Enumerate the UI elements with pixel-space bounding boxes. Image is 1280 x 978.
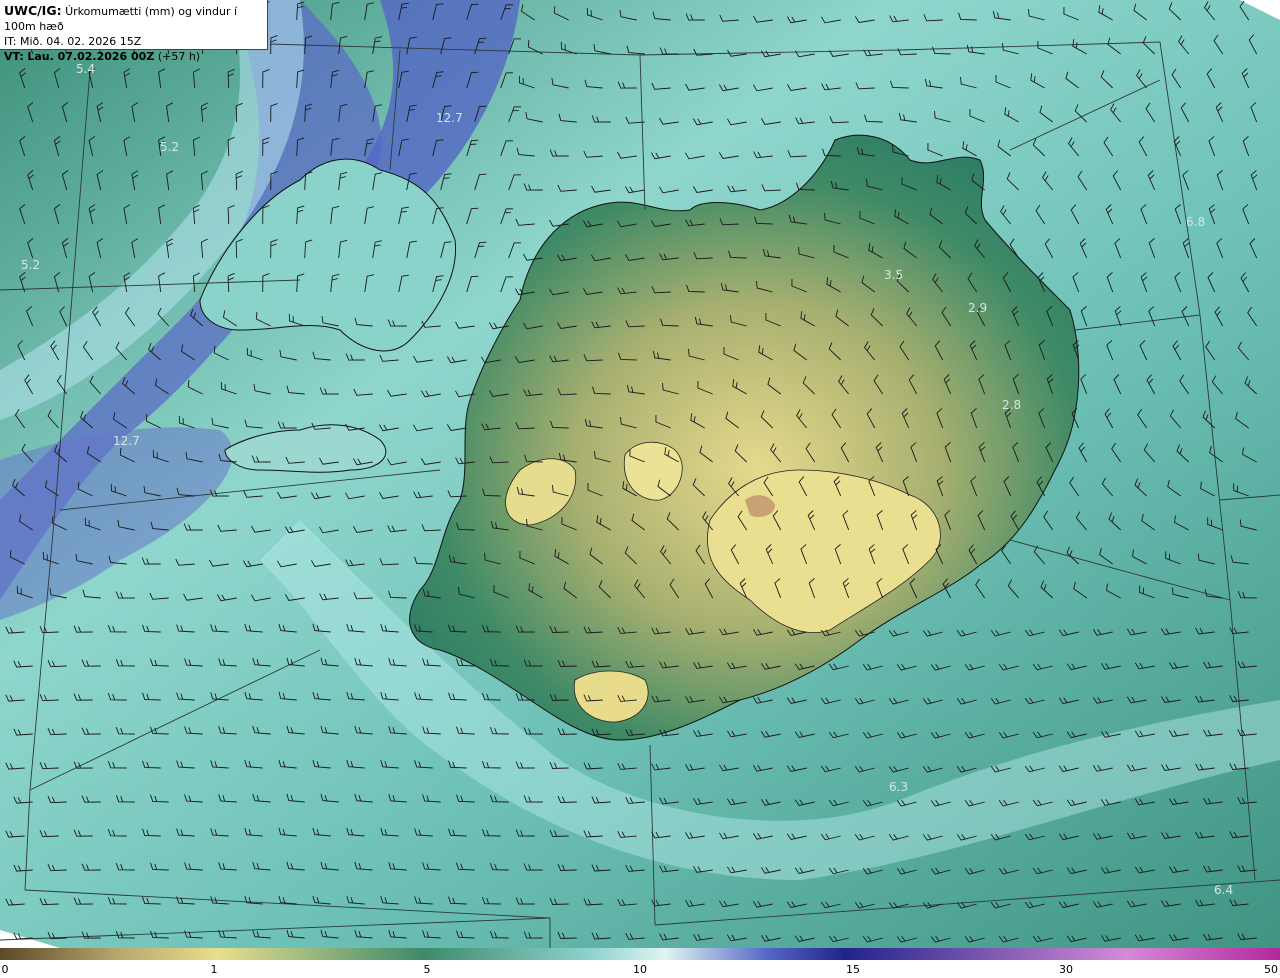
- colorbar-tick: 50: [1264, 963, 1278, 976]
- colorbar-tick: 0: [1, 963, 9, 976]
- map-value-label: 2.9: [968, 301, 987, 315]
- colorbar-tick-labels: 0 1 5 10 15 30 50: [0, 961, 1280, 978]
- map-value-label: 2.8: [1002, 398, 1021, 412]
- colorbar-tick: 1: [210, 963, 218, 976]
- colorbar-tick: 30: [1059, 963, 1073, 976]
- initial-time: IT: Mið. 04. 02. 2026 15Z: [4, 35, 142, 48]
- colorbar-tick: 5: [423, 963, 431, 976]
- map-value-label: 12.7: [113, 434, 140, 448]
- colorbar-tick: 15: [846, 963, 860, 976]
- valid-time: Lau. 07.02.2026 00Z: [27, 50, 155, 63]
- valid-time-offset: (+57 h): [157, 50, 201, 63]
- map-value-label: 5.2: [160, 140, 179, 154]
- map-value-label: 12.7: [436, 111, 463, 125]
- map-value-label: 6.3: [889, 780, 908, 794]
- valid-time-label: VT:: [4, 50, 24, 63]
- colorbar-gradient: [0, 948, 1280, 960]
- map-value-label: 3.5: [884, 268, 903, 282]
- weather-map-page: 5.4 12.7 5.2 5.2 12.7 3.5 6.8 2.9 2.8 6.…: [0, 0, 1280, 978]
- map-value-label: 5.2: [21, 258, 40, 272]
- precipitable-water-map: 5.4 12.7 5.2 5.2 12.7 3.5 6.8 2.9 2.8 6.…: [0, 0, 1280, 948]
- map-title-box: UWC/IG: Úrkomumætti (mm) og vindur í 100…: [0, 0, 268, 63]
- product-label: UWC/IG:: [4, 3, 62, 18]
- map-value-label: 6.8: [1186, 215, 1205, 229]
- precipitation-colorbar: [0, 948, 1280, 960]
- map-value-label: 6.4: [1214, 883, 1233, 897]
- map-value-label: 5.4: [76, 62, 95, 76]
- colorbar-tick: 10: [633, 963, 647, 976]
